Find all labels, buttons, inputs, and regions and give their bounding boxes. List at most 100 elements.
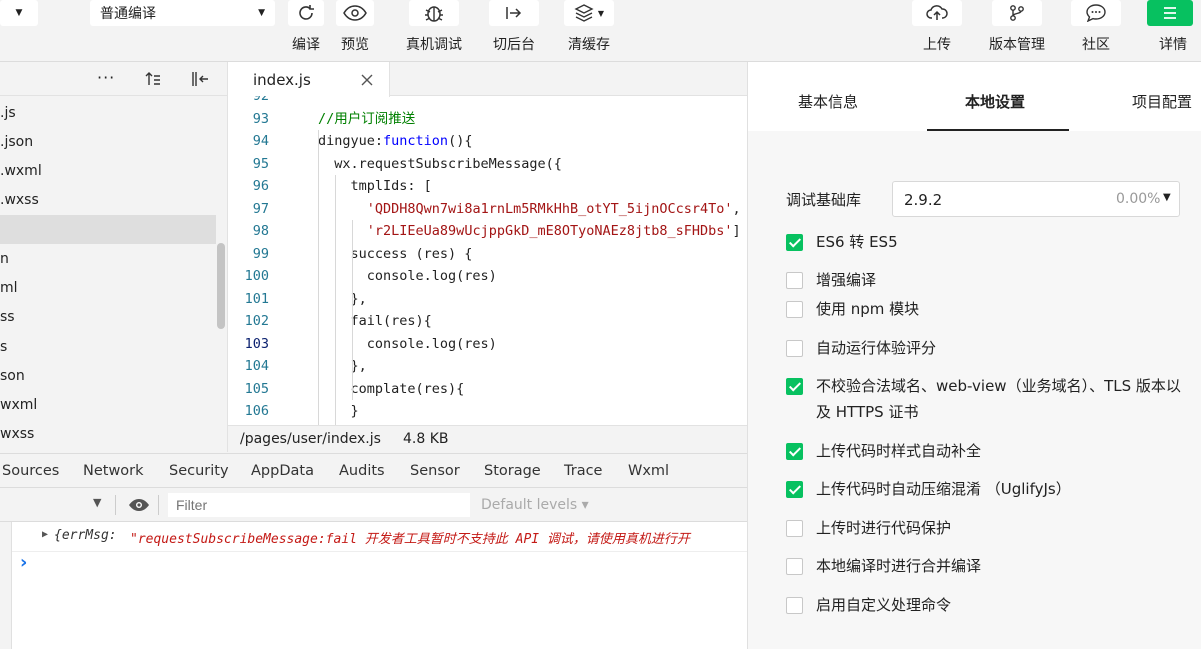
upload-label: 上传 (923, 37, 951, 53)
devtools-tab-sensor[interactable]: Sensor (410, 463, 460, 479)
eye-icon[interactable] (128, 498, 150, 512)
code-line[interactable]: 97 'QDDH8Qwn7wi8a1rnLm5RMkHhB_otYT_5ijnO… (228, 198, 747, 221)
file-tree-item[interactable]: .js (0, 98, 216, 127)
collapse-icon[interactable] (191, 71, 209, 87)
file-tree-item[interactable]: wxml (0, 390, 216, 419)
file-tree-item[interactable]: ml (0, 273, 216, 302)
indent-guide (318, 130, 319, 425)
tab-basic-info[interactable]: 基本信息 (798, 91, 858, 112)
code-area[interactable]: 92 93 //用户订阅推送 94 dingyue:function(){95 wx.r… (228, 96, 747, 425)
close-icon[interactable] (361, 74, 373, 86)
active-tab-indicator (927, 129, 1069, 131)
file-tree-item[interactable]: ss (0, 302, 216, 331)
code-line[interactable]: 103 console.log(res) (228, 333, 747, 356)
context-dropdown-icon[interactable]: ▼ (93, 496, 101, 509)
file-size: 4.8 KB (403, 431, 449, 447)
console-message-row[interactable]: ▶ {errMsg: "requestSubscribeMessage:fail… (12, 522, 747, 552)
version-management-button[interactable] (992, 0, 1042, 26)
editor-status-bar: /pages/user/index.js 4.8 KB (228, 425, 747, 453)
indent-guide (352, 220, 353, 400)
sort-icon[interactable] (145, 72, 161, 86)
file-tree-item[interactable]: wxss (0, 419, 216, 448)
setting-checkbox[interactable] (786, 272, 803, 289)
filter-input[interactable] (168, 493, 470, 517)
code-line[interactable]: 100 console.log(res) (228, 265, 747, 288)
devtools-tab-security[interactable]: Security (169, 463, 229, 479)
tab-project-config[interactable]: 项目配置 (1132, 91, 1192, 112)
setting-checkbox[interactable] (786, 558, 803, 575)
setting-checkbox[interactable] (786, 597, 803, 614)
code-line[interactable]: 94 dingyue:function(){ (228, 130, 747, 153)
devtools-tab-audits[interactable]: Audits (339, 463, 385, 479)
code-line[interactable]: 104 }, (228, 355, 747, 378)
clear-cache-button[interactable]: ▼ (564, 0, 614, 26)
tab-local-settings[interactable]: 本地设置 (965, 91, 1025, 112)
line-number: 103 (244, 335, 269, 352)
setting-label: ES6 转 ES5 (816, 233, 898, 251)
file-tree-item-label: .wxss (0, 191, 39, 208)
console-output[interactable]: ▶ {errMsg: "requestSubscribeMessage:fail… (0, 522, 747, 649)
code-line[interactable]: 101 }, (228, 288, 747, 311)
setting-checkbox[interactable] (786, 481, 803, 498)
setting-checkbox[interactable] (786, 443, 803, 460)
file-tree-scrollbar[interactable] (217, 243, 225, 329)
community-button[interactable] (1071, 0, 1121, 26)
setting-checkbox[interactable] (786, 234, 803, 251)
code-line[interactable]: 98 'r2LIEeUa89wUcjppGkD_mE8OTyoNAEz8jtb8… (228, 220, 747, 243)
code-line[interactable]: 105 complate(res){ (228, 378, 747, 401)
details-button[interactable] (1147, 0, 1193, 26)
file-tree-header: ··· (0, 62, 228, 96)
file-tree-item[interactable]: .wxml (0, 156, 216, 185)
file-tree-item-label: wxml (0, 396, 38, 413)
devtools-tab-wxml[interactable]: Wxml (628, 463, 669, 479)
code-line[interactable]: 102 fail(res){ (228, 310, 747, 333)
setting-checkbox[interactable] (786, 520, 803, 537)
code-line[interactable]: 106 } (228, 400, 747, 423)
real-device-debug-button[interactable] (409, 0, 459, 26)
chevron-down-icon: ▼ (258, 8, 265, 18)
indent-guide (335, 175, 336, 425)
setting-checkbox[interactable] (786, 340, 803, 357)
lib-version-select[interactable]: 2.9.2 0.00% ▼ (892, 181, 1180, 217)
file-tree-item[interactable]: s (0, 332, 216, 361)
switch-background-label: 切后台 (493, 37, 535, 53)
devtools-tab-appdata[interactable]: AppData (251, 463, 314, 479)
devtools-tab-sources[interactable]: Sources (2, 463, 59, 479)
devtools-tab-storage[interactable]: Storage (484, 463, 541, 479)
devtools-tab-trace[interactable]: Trace (564, 463, 602, 479)
console-prompt-icon[interactable]: › (20, 552, 27, 573)
code-line[interactable]: 92 (228, 96, 747, 108)
simulator-dropdown[interactable]: ▼ (0, 0, 38, 26)
more-icon[interactable]: ··· (97, 68, 115, 87)
code-line[interactable]: 96 tmplIds: [ (228, 175, 747, 198)
preview-button[interactable] (336, 0, 374, 26)
editor-tab-index-js[interactable]: index.js (228, 62, 390, 97)
details-tab-bar: 基本信息 本地设置 项目配置 (748, 62, 1201, 131)
compile-mode-select[interactable]: 普通编译 ▼ (90, 0, 275, 26)
file-tree-item-label: ss (0, 308, 15, 325)
compile-button[interactable] (288, 0, 324, 26)
real-device-debug-label: 真机调试 (406, 37, 462, 53)
file-tree-item[interactable]: son (0, 361, 216, 390)
expand-triangle-icon[interactable]: ▶ (42, 529, 48, 540)
line-number: 98 (252, 223, 269, 239)
compile-mode-value: 普通编译 (100, 6, 156, 22)
file-tree-item[interactable] (0, 215, 216, 244)
code-editor[interactable]: index.js 92 93 //用户订阅推送 94 dingyue:function(… (228, 62, 747, 454)
code-line[interactable]: 99 success (res) { (228, 243, 747, 266)
setting-checkbox[interactable] (786, 378, 803, 395)
file-tree-item[interactable]: n (0, 244, 216, 273)
code-text: wx.requestSubscribeMessage({ (318, 155, 562, 172)
line-number: 102 (244, 313, 269, 329)
default-levels-dropdown[interactable]: Default levels ▾ (481, 497, 589, 513)
code-text: success (res) { (318, 245, 473, 262)
code-line[interactable]: 95 wx.requestSubscribeMessage({ (228, 153, 747, 176)
switch-background-button[interactable] (489, 0, 539, 26)
upload-button[interactable] (912, 0, 962, 26)
version-management-label: 版本管理 (989, 37, 1045, 53)
setting-checkbox[interactable] (786, 301, 803, 318)
file-tree-item[interactable]: .wxss (0, 185, 216, 214)
file-tree-item[interactable]: .json (0, 127, 216, 156)
devtools-tab-network[interactable]: Network (83, 463, 144, 479)
code-line[interactable]: 93 //用户订阅推送 (228, 108, 747, 131)
